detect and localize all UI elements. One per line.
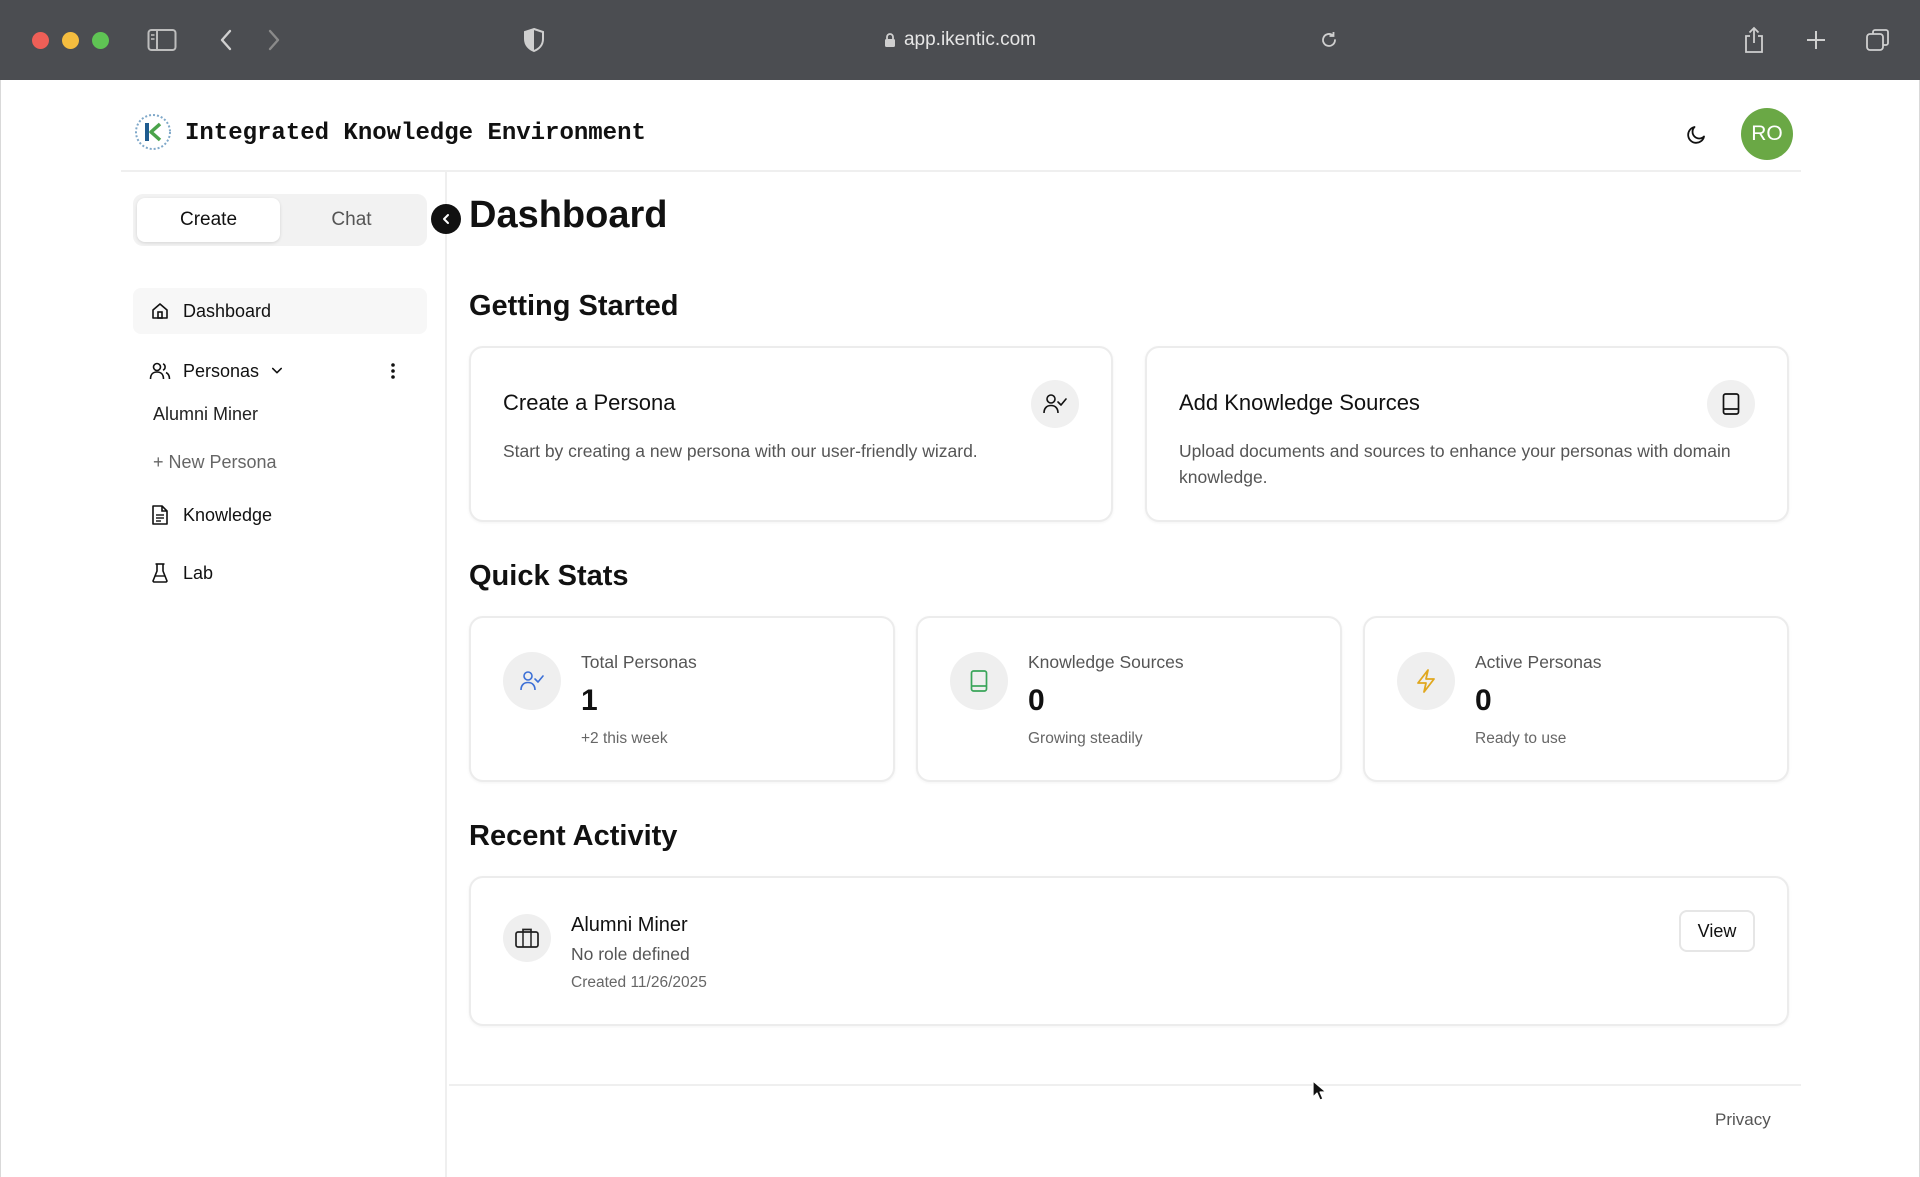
stat-value: 0 [1028,684,1045,717]
app-title: Integrated Knowledge Environment [185,120,646,147]
sidebar-item-label: Knowledge [183,504,273,525]
stat-subtext: Growing steadily [1028,730,1143,747]
card-title: Create a Persona [503,390,676,415]
avatar[interactable]: RO [1741,108,1793,160]
stat-subtext: +2 this week [581,730,668,747]
mode-toggle: Create Chat [133,194,427,246]
sidebar: Create Chat Dashboard Personas Alumni Mi… [121,172,461,1177]
view-button[interactable]: View [1679,910,1755,952]
browser-toolbar: app.ikentic.com [0,0,1920,80]
stat-label: Total Personas [581,652,697,672]
app-logo[interactable] [133,112,173,152]
activity-item: Alumni Miner No role defined Created 11/… [469,876,1789,1026]
zoom-window-button[interactable] [92,32,109,49]
activity-name: Alumni Miner [571,914,688,936]
url-text: app.ikentic.com [903,29,1036,50]
sidebar-item-knowledge[interactable]: Knowledge [133,492,427,538]
address-bar[interactable]: app.ikentic.com [860,24,1060,56]
close-window-button[interactable] [32,32,49,49]
user-check-icon [503,652,561,710]
privacy-link[interactable]: Privacy [1715,1110,1771,1130]
stat-card-knowledge-sources: Knowledge Sources 0 Growing steadily [916,616,1342,782]
create-persona-card[interactable]: Create a Persona Start by creating a new… [469,346,1113,522]
stat-label: Knowledge Sources [1028,652,1184,672]
minimize-window-button[interactable] [62,32,79,49]
stat-card-active-personas: Active Personas 0 Ready to use [1363,616,1789,782]
sidebar-item-personas[interactable]: Personas [133,348,283,394]
moon-icon [1687,126,1705,144]
flask-icon [149,562,171,584]
stat-value: 0 [1475,684,1492,717]
activity-role: No role defined [571,944,690,964]
activity-date: Created 11/26/2025 [571,974,707,991]
sidebar-item-alumni-miner[interactable]: Alumni Miner [153,404,258,425]
stat-subtext: Ready to use [1475,730,1567,747]
zap-icon [1397,652,1455,710]
new-persona-button[interactable]: + New Persona [153,452,277,473]
user-check-icon [1031,380,1079,428]
stat-card-total-personas: Total Personas 1 +2 this week [469,616,895,782]
collapse-sidebar-button[interactable] [431,204,461,234]
home-icon [149,300,171,322]
tabs-icon[interactable] [1862,24,1894,56]
share-icon[interactable] [1738,24,1770,56]
new-tab-icon[interactable] [1800,24,1832,56]
tab-create[interactable]: Create [137,198,280,242]
briefcase-icon [503,914,551,962]
personas-more-icon[interactable] [381,359,405,383]
lock-icon [884,33,895,47]
sidebar-item-lab[interactable]: Lab [133,550,427,596]
document-icon [149,504,171,526]
sidebar-item-label: Lab [183,562,214,583]
sidebar-item-dashboard[interactable]: Dashboard [133,288,427,334]
theme-toggle-button[interactable] [1681,118,1713,150]
sidebar-icon[interactable] [146,24,178,56]
back-icon[interactable] [210,24,242,56]
book-icon [950,652,1008,710]
stat-label: Active Personas [1475,652,1602,672]
mouse-cursor-icon [1312,1080,1328,1107]
card-title: Add Knowledge Sources [1179,390,1420,415]
footer-divider [449,1084,1801,1086]
card-description: Upload documents and sources to enhance … [1179,441,1731,487]
sidebar-item-label: Dashboard [183,300,272,321]
stat-value: 1 [581,684,598,717]
tab-chat[interactable]: Chat [280,198,423,242]
shield-icon[interactable] [518,24,550,56]
reload-icon[interactable] [1313,24,1345,56]
card-description: Start by creating a new persona with our… [503,441,978,461]
users-icon [149,360,171,382]
page: Integrated Knowledge Environment RO Crea… [0,80,1920,1177]
forward-icon[interactable] [258,24,290,56]
quick-stats-heading: Quick Stats [469,560,629,592]
chevron-down-icon[interactable] [271,366,283,376]
getting-started-heading: Getting Started [469,290,679,322]
app-header: Integrated Knowledge Environment RO [121,80,1801,172]
book-icon [1707,380,1755,428]
chevron-left-icon [443,214,449,224]
add-knowledge-card[interactable]: Add Knowledge Sources Upload documents a… [1145,346,1789,522]
recent-activity-heading: Recent Activity [469,820,678,852]
sidebar-item-label: Personas [183,360,260,381]
page-title: Dashboard [469,194,668,236]
